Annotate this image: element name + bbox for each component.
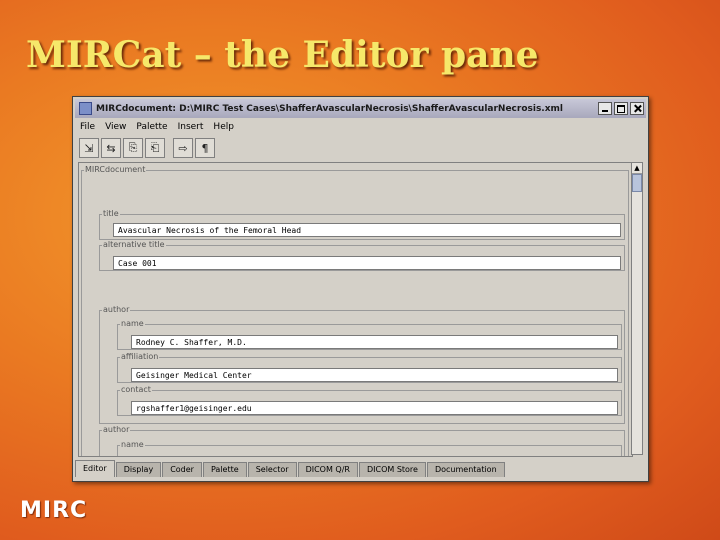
slide-title: MIRCat – the Editor pane xyxy=(26,34,539,76)
copy-icon[interactable]: ⎘ xyxy=(123,138,143,158)
menu-file[interactable]: File xyxy=(75,122,100,132)
alternative-title-field[interactable]: Case 001 xyxy=(113,256,621,270)
paragraph-icon[interactable]: ¶ xyxy=(195,138,215,158)
editor-pane: MIRCdocument title Avascular Necrosis of… xyxy=(78,162,633,457)
tab-coder[interactable]: Coder xyxy=(162,462,202,477)
tab-display[interactable]: Display xyxy=(115,462,162,477)
tab-documentation[interactable]: Documentation xyxy=(426,462,505,477)
tab-editor[interactable]: Editor xyxy=(75,460,115,477)
author-legend: author xyxy=(103,305,130,314)
window-titlebar[interactable]: MIRCdocument: D:\MIRC Test Cases\Shaffer… xyxy=(75,99,646,118)
mircat-window: MIRCdocument: D:\MIRC Test Cases\Shaffer… xyxy=(72,96,649,482)
alternative-title-legend: alternative title xyxy=(103,240,165,249)
menu-insert[interactable]: Insert xyxy=(173,122,209,132)
tab-dicom-store[interactable]: DICOM Store xyxy=(358,462,426,477)
scroll-thumb[interactable] xyxy=(632,174,642,192)
affiliation-legend: affiliation xyxy=(121,352,159,361)
menu-palette[interactable]: Palette xyxy=(131,122,172,132)
insert-element-icon[interactable]: ⇲ xyxy=(79,138,99,158)
menu-view[interactable]: View xyxy=(100,122,131,132)
scroll-up-icon[interactable]: ▲ xyxy=(632,163,642,174)
affiliation-field[interactable]: Geisinger Medical Center xyxy=(131,368,618,382)
contact-legend: contact xyxy=(121,385,151,394)
window-title: MIRCdocument: D:\MIRC Test Cases\Shaffer… xyxy=(96,103,563,114)
toolbar: ⇲ ⇆ ⎘ ⎗ ⇨ ¶ xyxy=(79,137,217,159)
name-legend-2: name xyxy=(121,440,144,449)
tab-bar: Editor Display Coder Palette Selector DI… xyxy=(75,459,646,477)
contact-field[interactable]: rgshaffer1@geisinger.edu xyxy=(131,401,618,415)
title-legend: title xyxy=(103,209,119,218)
move-element-icon[interactable]: ⇆ xyxy=(101,138,121,158)
name-legend: name xyxy=(121,319,144,328)
next-icon[interactable]: ⇨ xyxy=(173,138,193,158)
mirc-logo: MIRC xyxy=(20,498,88,523)
tab-palette[interactable]: Palette xyxy=(202,462,247,477)
tab-dicom-qr[interactable]: DICOM Q/R xyxy=(297,462,358,477)
menu-bar: File View Palette Insert Help xyxy=(75,119,646,135)
close-icon[interactable] xyxy=(630,102,644,115)
app-icon xyxy=(79,102,92,115)
vertical-scrollbar[interactable]: ▲ xyxy=(631,162,643,455)
minimize-icon[interactable] xyxy=(598,102,612,115)
tab-selector[interactable]: Selector xyxy=(247,462,297,477)
mircdocument-legend: MIRCdocument xyxy=(85,165,146,174)
name-field[interactable]: Rodney C. Shaffer, M.D. xyxy=(131,335,618,349)
author-legend-2: author xyxy=(103,425,130,434)
menu-help[interactable]: Help xyxy=(208,122,239,132)
maximize-icon[interactable] xyxy=(614,102,628,115)
name-group-2: name xyxy=(117,440,622,456)
paste-icon[interactable]: ⎗ xyxy=(145,138,165,158)
title-field[interactable]: Avascular Necrosis of the Femoral Head xyxy=(113,223,621,237)
